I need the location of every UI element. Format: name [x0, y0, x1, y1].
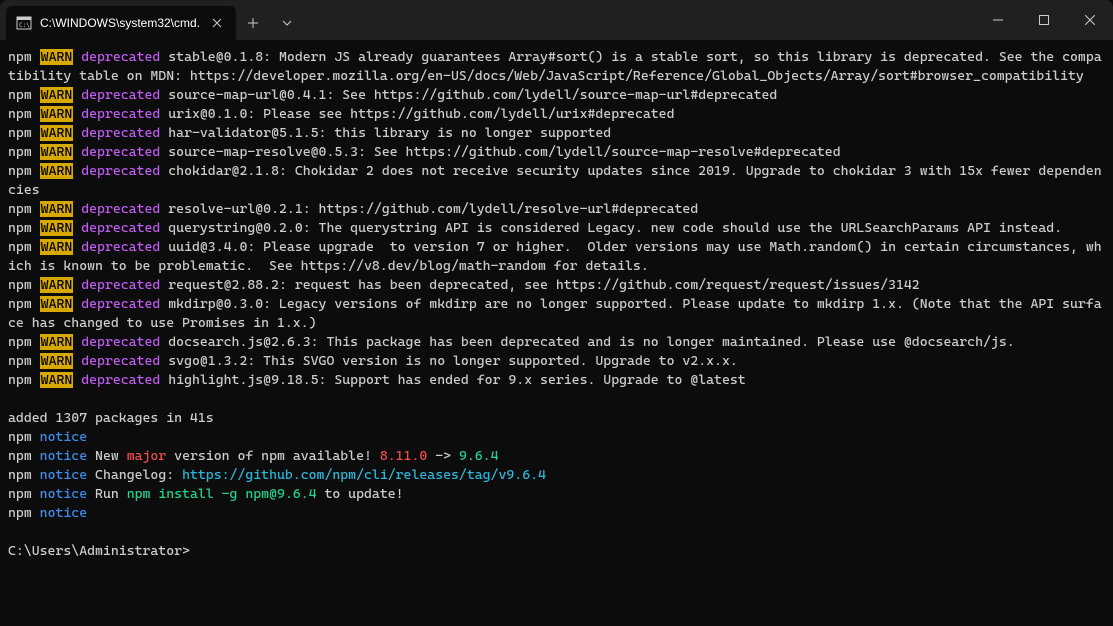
terminal-line: npm WARN deprecated uuid@3.4.0: Please u…: [8, 238, 1105, 276]
minimize-button[interactable]: [975, 0, 1021, 40]
terminal-line: npm WARN deprecated request@2.88.2: requ…: [8, 276, 1105, 295]
terminal-line: npm WARN deprecated docsearch.js@2.6.3: …: [8, 333, 1105, 352]
terminal-line: npm WARN deprecated highlight.js@9.18.5:…: [8, 371, 1105, 390]
terminal-line: npm WARN deprecated chokidar@2.1.8: Chok…: [8, 162, 1105, 200]
added-line: added 1307 packages in 41s: [8, 409, 1105, 428]
window-controls: [975, 0, 1113, 40]
terminal-line: npm WARN deprecated urix@0.1.0: Please s…: [8, 105, 1105, 124]
terminal-line: npm WARN deprecated source-map-resolve@0…: [8, 143, 1105, 162]
titlebar: C:\ C:\WINDOWS\system32\cmd.: [0, 0, 1113, 40]
terminal-line: npm WARN deprecated querystring@0.2.0: T…: [8, 219, 1105, 238]
tabs-area: C:\ C:\WINDOWS\system32\cmd.: [0, 0, 304, 40]
svg-text:C:\: C:\: [19, 22, 30, 29]
terminal-line: npm WARN deprecated stable@0.1.8: Modern…: [8, 48, 1105, 86]
tab-title: C:\WINDOWS\system32\cmd.: [40, 16, 200, 30]
terminal-line: [8, 523, 1105, 542]
terminal-line: npm WARN deprecated mkdirp@0.3.0: Legacy…: [8, 295, 1105, 333]
close-button[interactable]: [1067, 0, 1113, 40]
tab-active[interactable]: C:\ C:\WINDOWS\system32\cmd.: [6, 6, 236, 40]
notice-line: npm notice: [8, 504, 1105, 523]
terminal-line: npm WARN deprecated resolve-url@0.2.1: h…: [8, 200, 1105, 219]
terminal-line: npm WARN deprecated svgo@1.3.2: This SVG…: [8, 352, 1105, 371]
new-tab-button[interactable]: [236, 6, 270, 40]
maximize-button[interactable]: [1021, 0, 1067, 40]
tab-close-button[interactable]: [208, 14, 226, 32]
tab-dropdown-button[interactable]: [270, 6, 304, 40]
notice-line: npm notice New major version of npm avai…: [8, 447, 1105, 466]
terminal-line: npm WARN deprecated har-validator@5.1.5:…: [8, 124, 1105, 143]
cmd-icon: C:\: [16, 15, 32, 31]
notice-line: npm notice Changelog: https://github.com…: [8, 466, 1105, 485]
terminal-line: [8, 390, 1105, 409]
notice-line: npm notice: [8, 428, 1105, 447]
terminal-output[interactable]: npm WARN deprecated stable@0.1.8: Modern…: [0, 40, 1113, 569]
prompt-line: C:\Users\Administrator>: [8, 542, 1105, 561]
terminal-line: npm WARN deprecated source-map-url@0.4.1…: [8, 86, 1105, 105]
notice-line: npm notice Run npm install -g npm@9.6.4 …: [8, 485, 1105, 504]
